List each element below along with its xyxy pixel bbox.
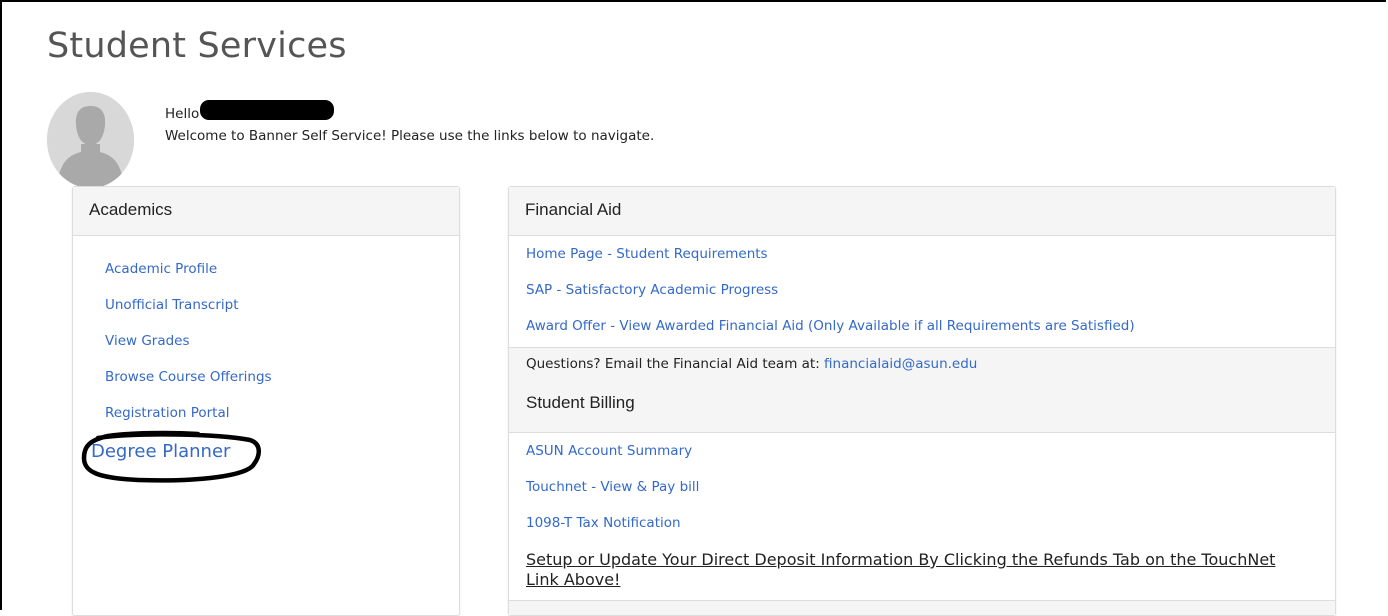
list-item: ASUN Account Summary	[526, 443, 699, 479]
page-title: Student Services	[47, 26, 347, 66]
financial-aid-title: Financial Aid	[509, 187, 1335, 236]
list-item: Registration Portal	[105, 405, 272, 441]
unofficial-transcript-link[interactable]: Unofficial Transcript	[105, 297, 239, 313]
list-item: Home Page - Student Requirements	[526, 246, 1135, 282]
welcome-message: Welcome to Banner Self Service! Please u…	[165, 128, 655, 144]
list-item: Unofficial Transcript	[105, 297, 272, 333]
financial-aid-panel: Financial Aid Home Page - Student Requir…	[508, 186, 1336, 616]
student-requirements-link[interactable]: Home Page - Student Requirements	[526, 246, 768, 262]
sap-link[interactable]: SAP - Satisfactory Academic Progress	[526, 282, 778, 298]
touchnet-pay-bill-link[interactable]: Touchnet - View & Pay bill	[526, 479, 699, 495]
list-item: Browse Course Offerings	[105, 369, 272, 405]
award-offer-link[interactable]: Award Offer - View Awarded Financial Aid…	[526, 318, 1135, 334]
academic-profile-link[interactable]: Academic Profile	[105, 261, 217, 277]
financial-aid-email-link[interactable]: financialaid@asun.edu	[824, 356, 977, 372]
degree-planner-link[interactable]: Degree Planner	[91, 441, 230, 462]
academics-link-list: Academic Profile Unofficial Transcript V…	[105, 261, 272, 441]
list-item: Academic Profile	[105, 261, 272, 297]
user-silhouette-icon	[47, 92, 134, 188]
view-grades-link[interactable]: View Grades	[105, 333, 190, 349]
questions-text: Questions? Email the Financial Aid team …	[526, 356, 820, 372]
academics-title: Academics	[73, 187, 459, 236]
browse-course-offerings-link[interactable]: Browse Course Offerings	[105, 369, 272, 385]
questions-line: Questions? Email the Financial Aid team …	[526, 356, 977, 372]
welcome-block: Hello Welcome to Banner Self Service! Pl…	[165, 100, 655, 147]
panel-footer	[509, 600, 1335, 615]
student-billing-title: Student Billing	[526, 393, 635, 412]
avatar	[47, 92, 134, 188]
hello-line: Hello	[165, 100, 654, 125]
list-item: View Grades	[105, 333, 272, 369]
redacted-username	[200, 100, 334, 120]
financial-aid-questions-bar: Questions? Email the Financial Aid team …	[509, 347, 1335, 433]
registration-portal-link[interactable]: Registration Portal	[105, 405, 230, 421]
student-billing-link-list: ASUN Account Summary Touchnet - View & P…	[526, 443, 699, 551]
tax-notification-link[interactable]: 1098-T Tax Notification	[526, 515, 681, 531]
hello-text: Hello	[165, 106, 200, 122]
academics-panel: Academics Academic Profile Unofficial Tr…	[72, 186, 460, 616]
account-summary-link[interactable]: ASUN Account Summary	[526, 443, 692, 459]
financial-aid-link-list: Home Page - Student Requirements SAP - S…	[526, 246, 1135, 354]
direct-deposit-notice: Setup or Update Your Direct Deposit Info…	[526, 550, 1276, 589]
list-item: 1098-T Tax Notification	[526, 515, 699, 551]
list-item: Touchnet - View & Pay bill	[526, 479, 699, 515]
list-item: SAP - Satisfactory Academic Progress	[526, 282, 1135, 318]
